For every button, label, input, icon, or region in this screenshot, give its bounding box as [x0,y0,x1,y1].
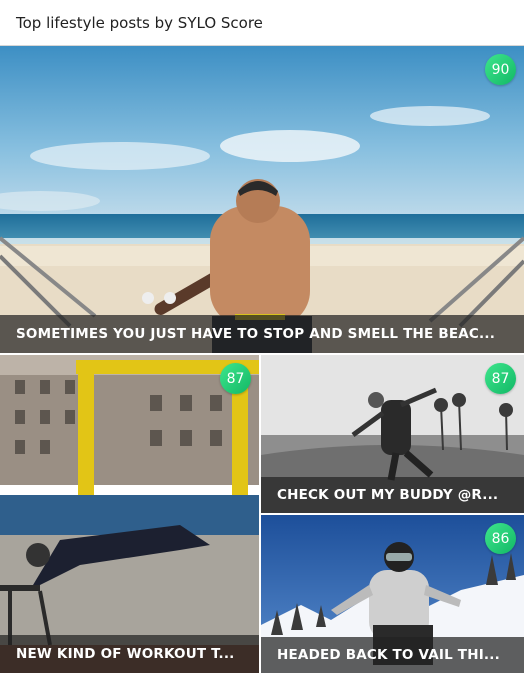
posts-grid: 90 SOMETIMES YOU JUST HAVE TO STOP AND S… [0,46,524,673]
post-tile-workout[interactable]: 87 NEW KIND OF WORKOUT T... [0,355,259,673]
page-title-text: Top lifestyle posts by SYLO Score [16,13,263,32]
post-photo-beach [0,46,524,353]
page-title: Top lifestyle posts by SYLO Score [0,0,524,46]
score-badge: 87 [485,363,516,394]
score-badge: 86 [485,523,516,554]
post-tile-beach[interactable]: 90 SOMETIMES YOU JUST HAVE TO STOP AND S… [0,46,524,353]
post-caption: SOMETIMES YOU JUST HAVE TO STOP AND SMEL… [0,315,524,353]
post-tile-skatepark[interactable]: 87 CHECK OUT MY BUDDY @R... [261,355,524,513]
post-caption: CHECK OUT MY BUDDY @R... [261,477,524,513]
post-caption: HEADED BACK TO VAIL THI... [261,637,524,673]
post-caption: NEW KIND OF WORKOUT T... [0,635,259,673]
score-badge: 87 [220,363,251,394]
post-tile-vail[interactable]: 86 HEADED BACK TO VAIL THI... [261,515,524,673]
post-photo-workout [0,355,259,673]
score-badge: 90 [485,54,516,85]
